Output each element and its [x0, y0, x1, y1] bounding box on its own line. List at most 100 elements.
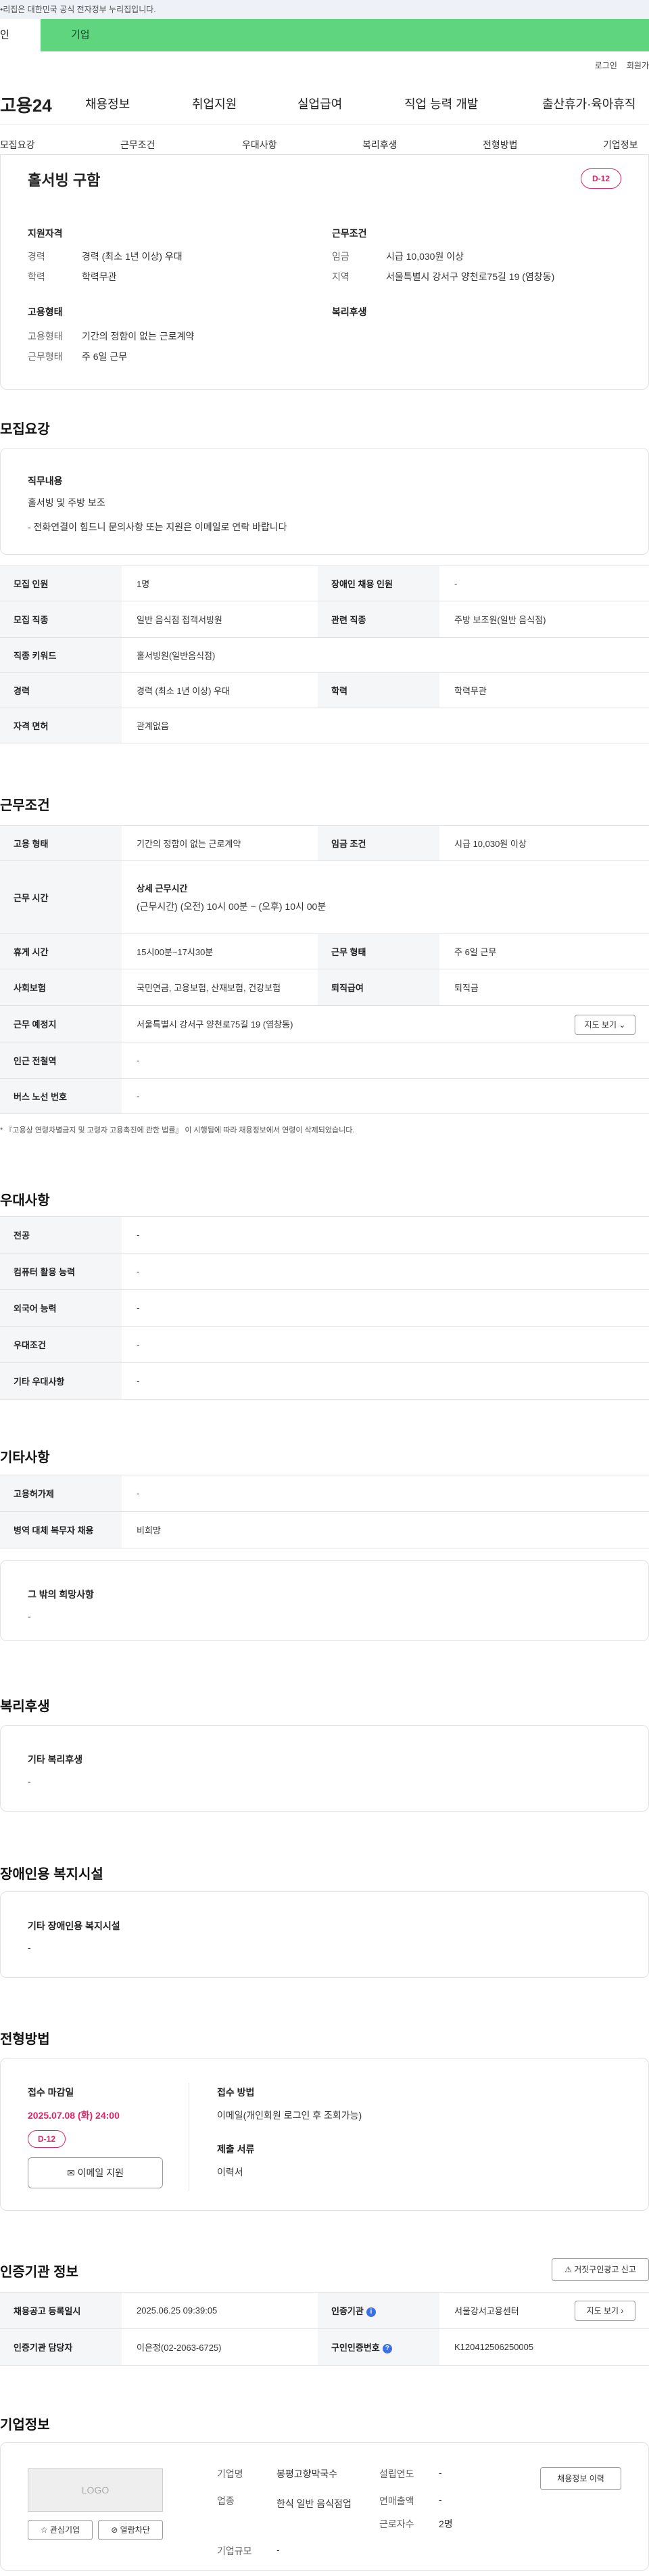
manager-label: 인증기관 담당자: [0, 2328, 122, 2366]
manager-value: 이은정(02-2063-6725): [122, 2328, 318, 2366]
selection-section-title: 전형방법: [0, 2032, 50, 2047]
work-form-value: 주 6일 근무: [439, 934, 649, 969]
other-table: 고용허가제 - 병역 대체 복무자 채용 비희망: [0, 1475, 649, 1548]
insurance-value: 국민연금, 고용보험, 산재보험, 건강보험: [122, 969, 318, 1006]
anchor-benefit[interactable]: 복리후생: [362, 138, 398, 152]
false-ad-report-label: 거짓구인광고 신고: [574, 2265, 636, 2274]
job-keyword-value: 홀서빙원(일반음식점): [122, 637, 649, 673]
anchor-prefer[interactable]: 우대사항: [242, 138, 277, 152]
qualification-heading: 지원자격: [28, 228, 63, 239]
station-label: 인근 전철역: [0, 1042, 122, 1079]
duty-box: 직무내용 홀서빙 및 주방 보조 - 전화연결이 힘드니 문의사항 또는 지원은…: [0, 448, 649, 555]
recruit-career-label: 경력: [0, 672, 122, 708]
block-view-button[interactable]: ⊘ 열람차단: [98, 2520, 163, 2540]
gnb-item-unemployment-benefit[interactable]: 실업급여: [297, 95, 342, 112]
disabled-facility-box: 기타 장애인용 복지시설 -: [0, 1891, 649, 1978]
anchor-recruit[interactable]: 모집요강: [0, 138, 35, 152]
anchor-selection[interactable]: 전형방법: [483, 138, 518, 152]
email-apply-button[interactable]: ✉ 이메일 지원: [28, 2157, 163, 2188]
employment-type-value: 기간의 정함이 없는 근로계약: [82, 331, 195, 342]
selection-dday-badge: D-12: [28, 2130, 66, 2148]
company-name-value: 봉평고향막국수: [277, 2468, 338, 2479]
prefer-table: 전공 - 컴퓨터 활용 능력 - 외국어 능력 - 우대조건 - 기타 우대사항 -: [0, 1216, 649, 1400]
station-value: -: [122, 1042, 649, 1079]
tab-company[interactable]: 기업: [41, 19, 122, 51]
email-apply-label: 이메일 지원: [77, 2167, 124, 2178]
gnb-item-skill-development[interactable]: 직업 능력 개발: [404, 95, 478, 112]
recruit-section-title: 모집요강: [0, 422, 50, 437]
related-job-label: 관련 직종: [318, 601, 439, 638]
career-value: 경력 (최소 1년 이상) 우대: [82, 251, 183, 262]
cert-no-label-cell: 구인인증번호?: [318, 2328, 439, 2366]
cert-no-value: K120412506250005: [439, 2328, 649, 2366]
visa-value: -: [122, 1475, 649, 1512]
regdate-value: 2025.06.25 09:39:05: [122, 2292, 318, 2329]
anchor-company[interactable]: 기업정보: [603, 138, 638, 152]
tab-personal[interactable]: 인: [0, 19, 41, 51]
insurance-label: 사회보험: [0, 969, 122, 1006]
conditions-heading: 근무조건: [332, 228, 367, 239]
disabled-facility-section-title: 장애인용 복지시설: [0, 1867, 103, 1882]
license-label: 자격 면허: [0, 708, 122, 743]
benefit-section-title: 복리후생: [0, 1699, 50, 1714]
info-icon[interactable]: i: [366, 2307, 376, 2317]
agency-cell: 서울강서고용센터 지도 보기 ›: [439, 2292, 649, 2329]
gnb-item-parental-leave[interactable]: 출산휴가·육아휴직: [542, 95, 635, 112]
cert-section-title: 인증기관 정보: [0, 2265, 78, 2280]
prefer-cond-value: -: [122, 1326, 649, 1363]
scale-label: 기업규모: [217, 2546, 252, 2556]
agency-value: 서울강서고용센터: [454, 2306, 519, 2316]
work-map-button[interactable]: 지도 보기 ⌄: [575, 1015, 635, 1035]
chevron-right-icon: ›: [621, 2306, 624, 2316]
favorite-company-button[interactable]: ☆ 관심기업: [28, 2520, 93, 2540]
recruit-job-value: 일반 음식점 접객서빙원: [122, 601, 318, 638]
recruit-count-label: 모집 인원: [0, 566, 122, 601]
help-icon[interactable]: ?: [382, 2343, 392, 2353]
recruit-edu-label: 학력: [318, 672, 439, 708]
job-keyword-label: 직종 키워드: [0, 637, 122, 673]
gov-banner-text: •리집은 대한민국 공식 전자정부 누리집입니다.: [0, 5, 156, 14]
region-value: 서울특별시 강서구 양천로75길 19 (염창동): [386, 271, 555, 282]
work-time-sub: 상세 근무시간: [137, 883, 188, 894]
work-time-cell: 상세 근무시간 (근무시간) (오전) 10시 00분 ~ (오후) 10시 0…: [122, 860, 649, 934]
industry-label: 업종: [217, 2496, 235, 2506]
computer-value: -: [122, 1253, 649, 1290]
login-link[interactable]: 로그인: [595, 60, 617, 71]
docs-value: 이력서: [217, 2167, 243, 2178]
false-ad-report-button[interactable]: ⚠ 거짓구인광고 신고: [552, 2258, 649, 2281]
sales-value: -: [439, 2494, 442, 2505]
recruit-count-value: 1명: [122, 566, 318, 601]
wage-value: 시급 10,030원 이상: [386, 251, 464, 262]
recruit-career-value: 경력 (최소 1년 이상) 우대: [122, 672, 318, 708]
block-icon: ⊘: [111, 2525, 118, 2535]
site-logo[interactable]: 고용24: [0, 92, 81, 117]
signup-link[interactable]: 회원가: [627, 60, 649, 71]
block-view-label: 열람차단: [120, 2525, 150, 2535]
agency-map-button[interactable]: 지도 보기 ›: [575, 2301, 635, 2321]
regdate-label: 채용공고 등록일시: [0, 2292, 122, 2329]
prefer-etc-value: -: [122, 1362, 649, 1400]
anchor-work[interactable]: 근무조건: [120, 138, 155, 152]
work-wage-value: 시급 10,030원 이상: [439, 825, 649, 861]
prefer-cond-label: 우대조건: [0, 1326, 122, 1363]
benefit-box: 기타 복리후생 -: [0, 1725, 649, 1812]
company-box: LOGO ☆ 관심기업 ⊘ 열람차단 기업명 봉평고향막국수 업종 한식 일반 …: [0, 2442, 649, 2571]
work-place-value: 서울특별시 강서구 양천로75길 19 (염창동): [137, 1019, 293, 1030]
employment-heading: 고용형태: [28, 306, 63, 317]
gnb-item-jobs[interactable]: 채용정보: [85, 95, 130, 112]
deadline-label: 접수 마감일: [28, 2087, 74, 2098]
license-value: 관계없음: [122, 708, 649, 743]
cert-no-label: 구인인증번호: [331, 2343, 380, 2353]
work-days-value: 주 6일 근무: [82, 351, 128, 362]
gnb-item-employment-support[interactable]: 취업지원: [192, 95, 237, 112]
recruit-history-button[interactable]: 채용정보 이력: [540, 2467, 621, 2490]
job-summary-card: 홀서빙 구함 D-12 지원자격 경력 경력 (최소 1년 이상) 우대 학력 …: [0, 154, 649, 390]
work-map-button-label: 지도 보기: [584, 1020, 617, 1030]
scale-value: -: [277, 2544, 280, 2555]
staff-label: 근로자수: [379, 2518, 414, 2529]
disabled-count-value: -: [439, 566, 649, 601]
break-time-value: 15시00분~17시30분: [122, 934, 318, 969]
wage-label: 임금: [332, 251, 350, 262]
job-title: 홀서빙 구함: [28, 172, 101, 189]
visa-label: 고용허가제: [0, 1475, 122, 1512]
